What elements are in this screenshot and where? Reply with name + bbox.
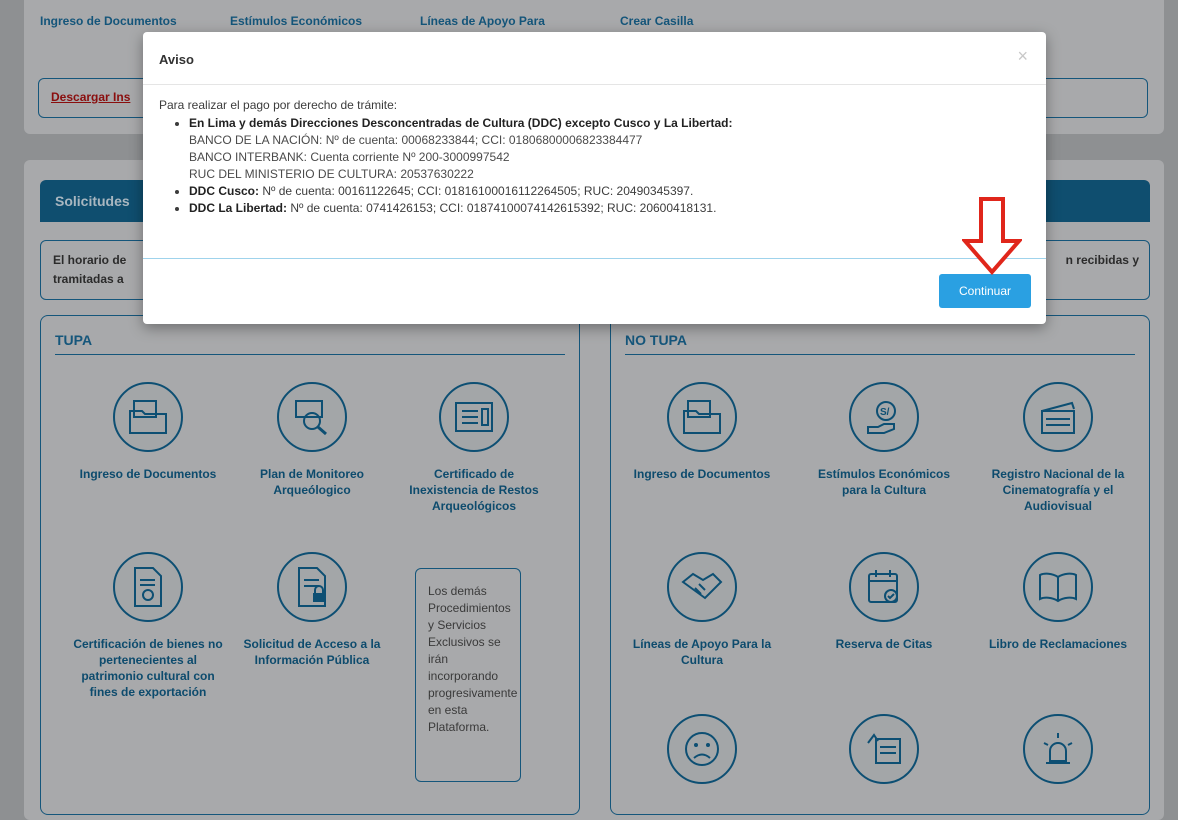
aviso-modal: Aviso × Para realizar el pago por derech…	[143, 32, 1046, 324]
lima-line-interbank: BANCO INTERBANK: Cuenta corriente Nº 200…	[189, 150, 510, 164]
cusco-text: Nº de cuenta: 00161122645; CCI: 01816100…	[259, 184, 694, 198]
tupa-title: TUPA	[55, 332, 565, 355]
tupa-notice: Los demás Procedimientos y Servicios Exc…	[415, 568, 521, 782]
tupa-section: TUPA Ingreso de Documentos Plan de Monit…	[40, 315, 580, 815]
no-tupa-title: NO TUPA	[625, 332, 1135, 355]
horario-text-line2: tramitadas a	[53, 272, 124, 286]
no-tupa-tile-9[interactable]	[983, 714, 1133, 784]
no-tupa-tile-libro-reclamaciones[interactable]: Libro de Reclamaciones	[983, 552, 1133, 652]
locked-document-icon	[277, 552, 347, 622]
no-tupa-tile-ingreso[interactable]: Ingreso de Documentos	[627, 382, 777, 482]
modal-divider	[143, 258, 1046, 259]
payment-item-cusco: DDC Cusco: Nº de cuenta: 00161122645; CC…	[189, 183, 1029, 200]
top-nav: Ingreso de Documentos Estímulos Económic…	[40, 14, 1140, 34]
libertad-label: DDC La Libertad:	[189, 201, 288, 215]
clapperboard-icon	[1023, 382, 1093, 452]
lima-heading: En Lima y demás Direcciones Desconcentra…	[189, 116, 733, 130]
lima-line-bn: BANCO DE LA NACIÓN: Nº de cuenta: 000682…	[189, 133, 643, 147]
tupa-tile-label: Solicitud de Acceso a la Información Púb…	[243, 637, 381, 667]
no-tupa-tile-label: Reserva de Citas	[835, 637, 933, 651]
handshake-icon	[667, 552, 737, 622]
download-instructions-link[interactable]: Descargar Ins	[51, 90, 130, 104]
calendar-check-icon	[849, 552, 919, 622]
red-arrow-down-icon	[962, 197, 1022, 275]
nav-estimulos[interactable]: Estímulos Económicos	[230, 14, 362, 28]
no-tupa-tile-label: Registro Nacional de la Cinematografía y…	[991, 467, 1125, 513]
certificate-icon	[439, 382, 509, 452]
no-tupa-tile-label: Ingreso de Documentos	[633, 467, 771, 481]
modal-body: Para realizar el pago por derecho de trá…	[159, 98, 1029, 217]
payment-item-libertad: DDC La Libertad: Nº de cuenta: 074142615…	[189, 200, 1029, 217]
modal-header: Aviso ×	[143, 32, 1046, 85]
svg-text:S/: S/	[880, 407, 890, 418]
cusco-label: DDC Cusco:	[189, 184, 260, 198]
lima-line-ruc: RUC DEL MINISTERIO DE CULTURA: 205376302…	[189, 167, 474, 181]
tupa-tile-monitoreo[interactable]: Plan de Monitoreo Arqueólogico	[237, 382, 387, 498]
alarm-light-icon	[1023, 714, 1093, 784]
no-tupa-tile-8[interactable]	[809, 714, 959, 784]
tupa-tile-certificacion[interactable]: Certificación de bienes no perteneciente…	[73, 552, 223, 700]
no-tupa-tile-reserva-citas[interactable]: Reserva de Citas	[809, 552, 959, 652]
tupa-tile-ingreso[interactable]: Ingreso de Documentos	[73, 382, 223, 482]
payment-intro: Para realizar el pago por derecho de trá…	[159, 98, 398, 112]
no-tupa-tile-label: Libro de Reclamaciones	[988, 637, 1128, 651]
book-icon	[1023, 552, 1093, 622]
no-tupa-tile-label: Estímulos Económicos para la Cultura	[817, 467, 951, 497]
nav-crear-casilla[interactable]: Crear Casilla	[620, 14, 693, 28]
archaeology-search-icon	[277, 382, 347, 452]
horario-text-right: n recibidas y	[1065, 253, 1139, 267]
no-tupa-tile-7[interactable]	[627, 714, 777, 784]
award-document-icon	[113, 552, 183, 622]
tupa-tile-certificado[interactable]: Certificado de Inexistencia de Restos Ar…	[399, 382, 549, 514]
payment-list: En Lima y demás Direcciones Desconcentra…	[159, 115, 1029, 217]
no-tupa-section: NO TUPA Ingreso de Documentos S/ Estímul…	[610, 315, 1150, 815]
modal-title: Aviso	[159, 52, 194, 67]
tupa-tile-label: Ingreso de Documentos	[79, 467, 217, 481]
tupa-tile-label: Certificación de bienes no perteneciente…	[73, 637, 223, 699]
payment-item-lima: En Lima y demás Direcciones Desconcentra…	[189, 115, 1029, 183]
tupa-tile-label: Plan de Monitoreo Arqueólogico	[259, 467, 364, 497]
no-tupa-tile-label: Líneas de Apoyo Para la Cultura	[632, 637, 772, 667]
folder-icon	[667, 382, 737, 452]
nav-lineas-apoyo[interactable]: Líneas de Apoyo Para	[420, 14, 545, 28]
form-hand-icon	[849, 714, 919, 784]
libertad-text: Nº de cuenta: 0741426153; CCI: 018741000…	[287, 201, 717, 215]
nav-ingreso-documentos[interactable]: Ingreso de Documentos	[40, 14, 177, 28]
close-icon[interactable]: ×	[1017, 46, 1028, 67]
no-tupa-tile-lineas-apoyo[interactable]: Líneas de Apoyo Para la Cultura	[627, 552, 777, 668]
no-tupa-tile-estimulos[interactable]: S/ Estímulos Económicos para la Cultura	[809, 382, 959, 498]
folder-icon	[113, 382, 183, 452]
solicitudes-title: Solicitudes	[55, 193, 130, 209]
no-tupa-tile-cinematografia[interactable]: Registro Nacional de la Cinematografía y…	[983, 382, 1133, 514]
tupa-tile-label: Certificado de Inexistencia de Restos Ar…	[409, 467, 539, 513]
continue-button[interactable]: Continuar	[939, 274, 1031, 308]
sad-face-icon	[667, 714, 737, 784]
horario-text-line1: El horario de	[53, 253, 127, 267]
tupa-tile-acceso-info[interactable]: Solicitud de Acceso a la Información Púb…	[237, 552, 387, 668]
money-hand-icon: S/	[849, 382, 919, 452]
